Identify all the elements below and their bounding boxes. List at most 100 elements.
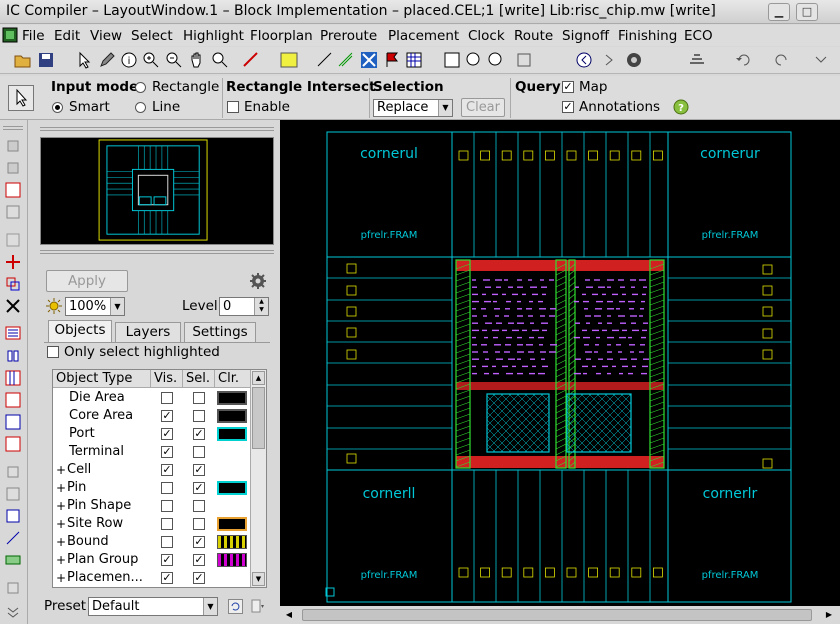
table-row[interactable]: Site Row + — [53, 515, 249, 533]
save-icon[interactable] — [37, 51, 55, 69]
stretch-tool-icon[interactable] — [5, 276, 21, 292]
menu-edit[interactable]: Edit — [54, 28, 80, 44]
route-tool-icon[interactable] — [5, 552, 21, 568]
visible-checkbox[interactable]: ✓ — [161, 572, 173, 584]
refresh-icon[interactable] — [228, 599, 243, 614]
annotations-checkbox[interactable]: ✓ — [562, 101, 574, 113]
search-a-icon[interactable] — [465, 51, 483, 69]
selectable-checkbox[interactable]: ✓ — [193, 572, 205, 584]
move-tool-icon[interactable] — [5, 254, 21, 270]
expand-icon[interactable]: + — [56, 533, 66, 551]
expand-icon[interactable]: + — [56, 569, 66, 587]
pencil-icon[interactable] — [98, 51, 116, 69]
visible-checkbox[interactable] — [161, 536, 173, 548]
color-swatch[interactable] — [217, 391, 247, 405]
back-circle-icon[interactable] — [575, 51, 593, 69]
gear-icon[interactable] — [249, 272, 267, 290]
column-clr[interactable]: Clr. — [215, 370, 252, 388]
expand-more-icon[interactable] — [5, 604, 21, 620]
selectable-checkbox[interactable]: ✓ — [193, 482, 205, 494]
table-row[interactable]: Plan Group + ✓ ✓ — [53, 551, 249, 569]
column-sel[interactable]: Sel. — [183, 370, 215, 388]
cell-tool-icon[interactable] — [5, 160, 21, 176]
region-tool-icon[interactable] — [5, 182, 21, 198]
minimize-icon[interactable]: ▁ — [768, 3, 790, 21]
selectable-checkbox[interactable] — [193, 392, 205, 404]
color-swatch[interactable] — [217, 409, 247, 423]
selectable-checkbox[interactable] — [193, 410, 205, 422]
spread-tool-icon[interactable] — [5, 436, 21, 452]
stack-icon[interactable] — [688, 51, 706, 69]
menu-eco[interactable]: ECO — [684, 28, 713, 44]
color-yellow-icon[interactable] — [280, 51, 302, 69]
display-icon[interactable] — [625, 51, 643, 69]
clear-button[interactable]: Clear — [461, 98, 505, 117]
only-select-checkbox[interactable] — [47, 346, 59, 358]
selectable-checkbox[interactable]: ✓ — [193, 536, 205, 548]
table-row[interactable]: Pin + ✓ — [53, 479, 249, 497]
selectable-checkbox[interactable]: ✓ — [193, 554, 205, 566]
menu-highlight[interactable]: Highlight — [183, 28, 244, 44]
level-spinbox[interactable]: 0 ▲ ▼ — [219, 297, 269, 316]
forward-icon[interactable] — [600, 51, 618, 69]
table-row[interactable]: Placemen... + ✓ ✓ — [53, 569, 249, 587]
spacing-tool-icon[interactable] — [5, 392, 21, 408]
menu-finishing[interactable]: Finishing — [618, 28, 677, 44]
visible-checkbox[interactable]: ✓ — [161, 464, 173, 476]
path-tool-icon[interactable] — [5, 232, 21, 248]
visible-checkbox[interactable] — [161, 500, 173, 512]
zoom-fit-icon[interactable] — [211, 51, 229, 69]
zoom-out-icon[interactable] — [165, 51, 183, 69]
preset-menu-icon[interactable] — [250, 599, 266, 614]
maximize-icon[interactable]: □ — [796, 3, 818, 21]
flag-icon[interactable] — [383, 51, 401, 69]
color-swatch[interactable] — [217, 553, 247, 567]
color-swatch[interactable] — [217, 535, 247, 549]
layout-canvas[interactable]: cornerul cornerur cornerll cornerlr pfrelr.F… — [280, 120, 840, 606]
table-row[interactable]: Terminal ✓ — [53, 443, 249, 461]
diagonal-tool-icon[interactable] — [337, 51, 355, 69]
export-tool-icon[interactable] — [5, 508, 21, 524]
menu-route[interactable]: Route — [514, 28, 553, 44]
pan-hand-icon[interactable] — [188, 51, 206, 69]
selectable-checkbox[interactable] — [193, 500, 205, 512]
menu-floorplan[interactable]: Floorplan — [250, 28, 313, 44]
visible-checkbox[interactable]: ✓ — [161, 554, 173, 566]
expand-icon[interactable]: + — [56, 497, 66, 515]
zoom-in-icon[interactable] — [142, 51, 160, 69]
info-icon[interactable]: i — [120, 51, 138, 69]
open-folder-icon[interactable] — [14, 51, 32, 69]
ruler-icon[interactable] — [242, 51, 260, 69]
visible-checkbox[interactable]: ✓ — [161, 428, 173, 440]
pointer-icon[interactable] — [75, 51, 93, 69]
color-swatch[interactable] — [217, 427, 247, 441]
undo-icon[interactable] — [735, 51, 753, 69]
expand-icon[interactable]: + — [56, 515, 66, 533]
selectable-checkbox[interactable]: ✓ — [193, 428, 205, 440]
rect-tool-icon[interactable] — [5, 486, 21, 502]
table-scrollbar[interactable]: ▲ ▼ — [250, 370, 266, 587]
menu-select[interactable]: Select — [131, 28, 173, 44]
expand-icon[interactable]: + — [56, 461, 66, 479]
apply-button[interactable]: Apply — [46, 270, 128, 292]
rectangle-radio[interactable] — [135, 82, 146, 93]
brightness-dropdown[interactable]: 100% ▼ — [65, 297, 125, 316]
overview-map[interactable] — [40, 137, 274, 245]
tab-objects[interactable]: Objects — [48, 320, 112, 342]
column-vis[interactable]: Vis. — [151, 370, 183, 388]
toolbar-more-icon[interactable] — [812, 51, 830, 69]
copy-tool-icon[interactable] — [5, 580, 21, 596]
expand-icon[interactable]: + — [56, 551, 66, 569]
flip-tool-icon[interactable] — [5, 464, 21, 480]
group-tool-icon[interactable] — [5, 204, 21, 220]
map-checkbox[interactable]: ✓ — [562, 81, 574, 93]
layers-icon[interactable] — [515, 51, 533, 69]
select-mode-icon[interactable] — [8, 85, 34, 111]
column-object-type[interactable]: Object Type — [53, 370, 151, 388]
line-radio[interactable] — [135, 102, 146, 113]
selectable-checkbox[interactable] — [193, 518, 205, 530]
split-tool-icon[interactable] — [5, 348, 21, 364]
search-b-icon[interactable] — [487, 51, 505, 69]
help-icon[interactable]: ? — [673, 99, 689, 115]
visible-checkbox[interactable] — [161, 482, 173, 494]
